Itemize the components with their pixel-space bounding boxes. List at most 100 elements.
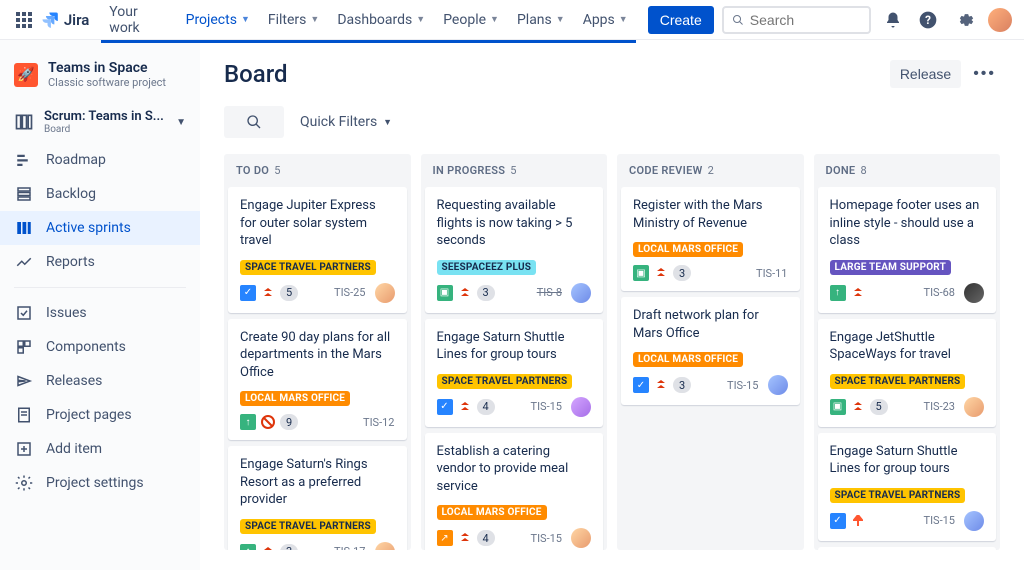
settings-icon[interactable] <box>950 6 978 34</box>
issue-key: TIS-15 <box>924 514 956 527</box>
quick-filters[interactable]: Quick Filters▼ <box>300 114 392 130</box>
app-switcher-icon[interactable] <box>12 8 36 32</box>
search-input[interactable] <box>722 6 871 34</box>
column-done: DONE 8 Homepage footer uses an inline st… <box>814 154 1001 550</box>
sidebar: 🚀 Teams in Space Classic software projec… <box>0 40 200 570</box>
assignee-avatar[interactable] <box>964 283 984 303</box>
sidebar-item-active-sprints[interactable]: Active sprints <box>0 211 200 245</box>
nav-filters[interactable]: Filters▼ <box>260 6 327 34</box>
epic-label: SPACE TRAVEL PARTNERS <box>240 260 376 275</box>
story-icon: ▣ <box>633 265 649 281</box>
epic-label: SPACE TRAVEL PARTNERS <box>830 488 966 503</box>
issue-key: TIS-25 <box>334 286 366 299</box>
release-button[interactable]: Release <box>890 60 961 88</box>
column-header: DONE 8 <box>814 154 1001 187</box>
chevron-down-icon: ▼ <box>176 117 186 128</box>
assignee-avatar[interactable] <box>964 511 984 531</box>
board-name: Scrum: Teams in S... <box>44 109 164 124</box>
reports-icon <box>14 252 34 272</box>
story-icon: ↑ <box>240 414 256 430</box>
help-icon[interactable]: ? <box>915 6 943 34</box>
assignee-avatar[interactable] <box>768 375 788 395</box>
pages-icon <box>14 405 34 425</box>
issue-card[interactable]: Register with the Mars Ministry of Reven… <box>621 187 800 291</box>
sidebar-item-issues[interactable]: Issues <box>0 296 200 330</box>
sidebar-item-components[interactable]: Components <box>0 330 200 364</box>
issue-card[interactable]: Create 90 day plans for all departments … <box>228 319 407 441</box>
chevron-down-icon: ▼ <box>383 117 392 128</box>
epic-label: LOCAL MARS OFFICE <box>633 352 743 367</box>
assignee-avatar[interactable] <box>571 283 591 303</box>
story-points: 5 <box>870 399 888 415</box>
assignee-avatar[interactable] <box>964 397 984 417</box>
create-button[interactable]: Create <box>648 6 714 34</box>
task-icon: ✓ <box>830 513 846 529</box>
issue-card[interactable]: Homepage footer uses an inline style - s… <box>818 187 997 313</box>
assignee-avatar[interactable] <box>571 528 591 548</box>
priority-highest-icon <box>458 531 472 545</box>
nav-projects[interactable]: Projects▼ <box>178 6 258 34</box>
nav-plans[interactable]: Plans▼ <box>509 6 573 34</box>
column-inprogress: IN PROGRESS 5 Requesting available fligh… <box>421 154 608 550</box>
sidebar-item-reports[interactable]: Reports <box>0 245 200 279</box>
svg-text:?: ? <box>926 13 932 27</box>
priority-highest-icon <box>458 286 472 300</box>
issue-card[interactable]: Engage JetShuttle SpaceWays for travel S… <box>818 319 997 427</box>
sidebar-item-project-settings[interactable]: Project settings <box>0 466 200 500</box>
issue-card[interactable]: Establish a catering vendor to provide m… <box>818 547 997 550</box>
issue-card[interactable]: Engage Saturn Shuttle Lines for group to… <box>818 433 997 541</box>
project-icon: 🚀 <box>14 63 38 87</box>
priority-highest-icon <box>261 286 275 300</box>
story-points: 5 <box>280 285 298 301</box>
issues-icon <box>14 303 34 323</box>
issue-key: TIS-15 <box>531 532 563 545</box>
improvement-icon: ↗ <box>437 530 453 546</box>
priority-highest-icon <box>458 400 472 414</box>
nav-dashboards[interactable]: Dashboards▼ <box>329 6 433 34</box>
story-points: 4 <box>477 530 495 546</box>
sidebar-item-add-item[interactable]: Add item <box>0 432 200 466</box>
releases-icon <box>14 371 34 391</box>
issue-card[interactable]: Engage Saturn's Rings Resort as a prefer… <box>228 446 407 550</box>
chevron-down-icon: ▼ <box>619 14 628 25</box>
more-button[interactable]: ••• <box>969 61 1000 87</box>
sidebar-item-project-pages[interactable]: Project pages <box>0 398 200 432</box>
jira-logo[interactable]: Jira <box>40 10 89 30</box>
add-icon <box>14 439 34 459</box>
sidebar-item-roadmap[interactable]: Roadmap <box>0 143 200 177</box>
column-header: CODE REVIEW 2 <box>617 154 804 187</box>
assignee-avatar[interactable] <box>375 283 395 303</box>
components-icon <box>14 337 34 357</box>
gear-icon <box>14 473 34 493</box>
issue-key: TIS-68 <box>924 286 956 299</box>
story-points: 3 <box>477 285 495 301</box>
notifications-icon[interactable] <box>879 6 907 34</box>
story-points: 3 <box>280 544 298 550</box>
board-search[interactable] <box>224 106 284 138</box>
column-header: TO DO 5 <box>224 154 411 187</box>
board-selector[interactable]: Scrum: Teams in S... Board ▼ <box>0 101 200 143</box>
nav-people[interactable]: People▼ <box>435 6 507 34</box>
issue-card[interactable]: Requesting available flights is now taki… <box>425 187 604 313</box>
issue-card[interactable]: Draft network plan for Mars Office LOCAL… <box>621 297 800 405</box>
task-icon: ✓ <box>633 377 649 393</box>
issue-card[interactable]: Engage Jupiter Express for outer solar s… <box>228 187 407 313</box>
nav-apps[interactable]: Apps▼ <box>575 6 636 34</box>
story-icon: ↑ <box>240 544 256 550</box>
story-icon: ↑ <box>830 285 846 301</box>
board-sublabel: Board <box>44 124 166 135</box>
assignee-avatar[interactable] <box>571 397 591 417</box>
nav-your-work[interactable]: Your work <box>101 0 175 42</box>
assignee-avatar[interactable] <box>375 542 395 550</box>
sidebar-item-backlog[interactable]: Backlog <box>0 177 200 211</box>
top-nav: Jira Your work Projects▼ Filters▼ Dashbo… <box>0 0 1024 40</box>
project-header[interactable]: 🚀 Teams in Space Classic software projec… <box>0 56 200 101</box>
chevron-down-icon: ▼ <box>490 14 499 25</box>
sidebar-item-releases[interactable]: Releases <box>0 364 200 398</box>
chevron-down-icon: ▼ <box>416 14 425 25</box>
issue-card[interactable]: Establish a catering vendor to provide m… <box>425 433 604 550</box>
profile-avatar[interactable] <box>988 8 1012 32</box>
search-field[interactable] <box>750 12 861 28</box>
issue-card[interactable]: Engage Saturn Shuttle Lines for group to… <box>425 319 604 427</box>
priority-high-icon <box>851 514 865 528</box>
